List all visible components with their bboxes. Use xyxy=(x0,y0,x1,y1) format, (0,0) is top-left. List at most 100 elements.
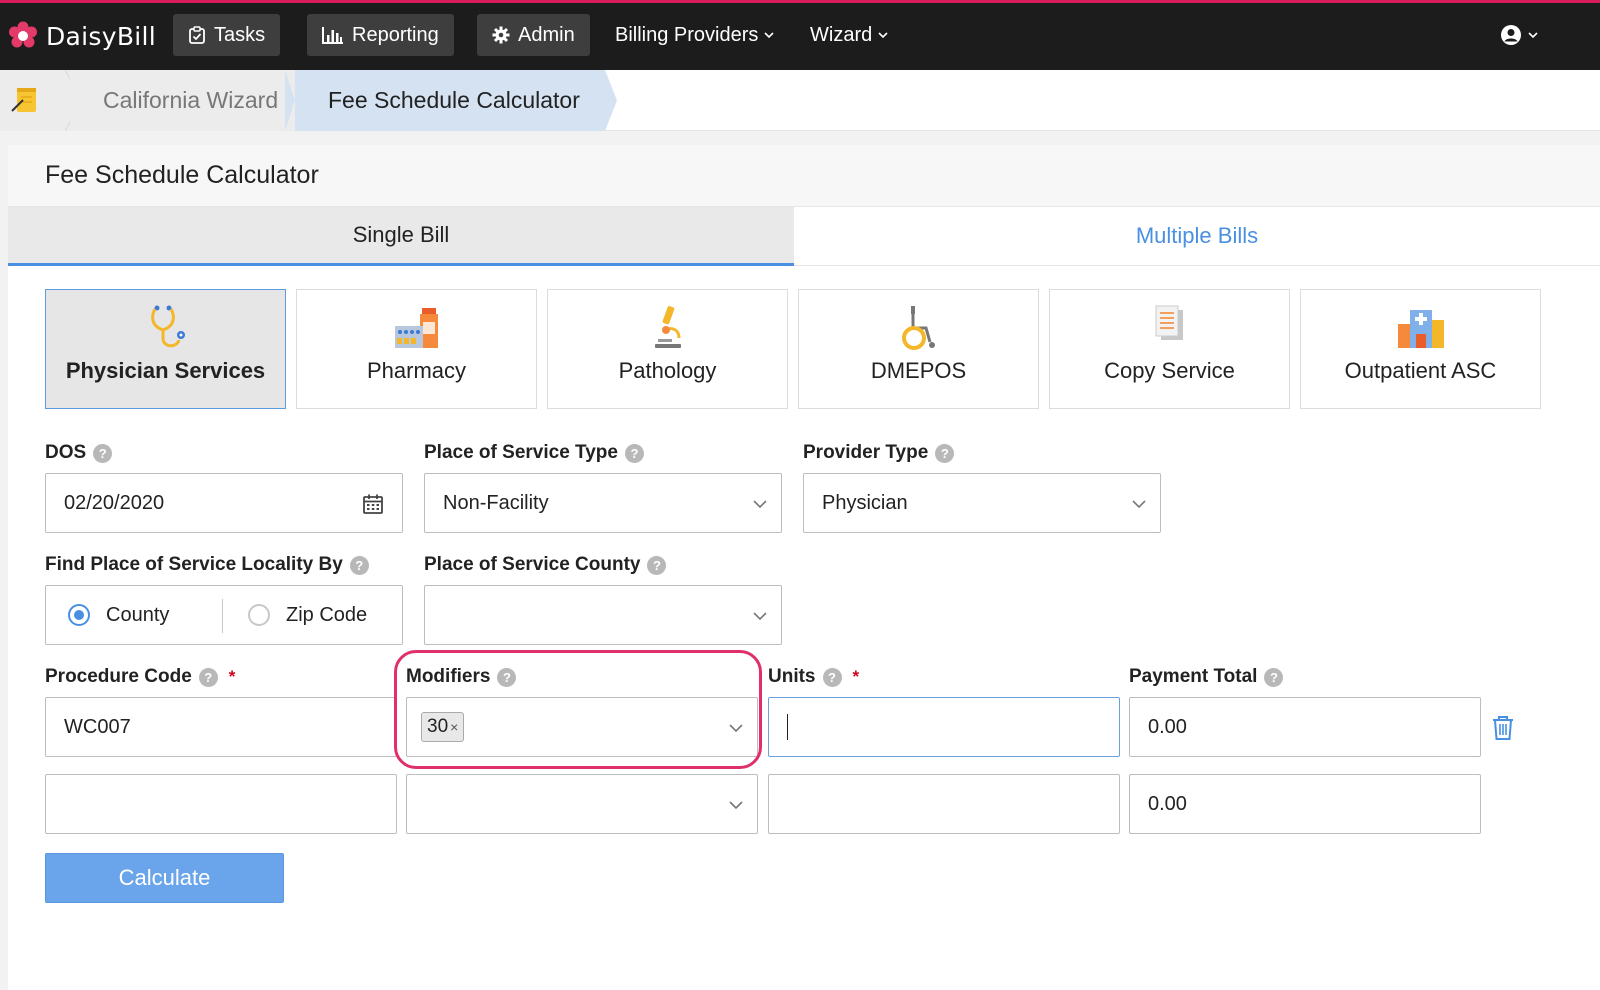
procedure-code-input[interactable]: WC007 xyxy=(45,697,397,757)
breadcrumb-current-page: Fee Schedule Calculator xyxy=(295,70,605,131)
nav-billing-providers-dropdown[interactable]: Billing Providers xyxy=(615,14,774,56)
pos-county-select[interactable] xyxy=(424,585,782,645)
nav-billing-providers-label: Billing Providers xyxy=(615,23,759,46)
modifiers-highlight-annotation xyxy=(394,650,762,769)
top-navbar: DaisyBill Tasks Reporting Admin Billing … xyxy=(0,0,1600,70)
help-icon[interactable]: ? xyxy=(93,443,113,463)
radio-county[interactable]: County xyxy=(68,586,169,644)
locality-radio-group: County Zip Code xyxy=(45,585,403,645)
radio-zip-code-label: Zip Code xyxy=(286,603,368,626)
pos-type-label: Place of Service Type ? xyxy=(424,442,644,464)
payment-total-label-text: Payment Total xyxy=(1129,666,1258,687)
calculate-button[interactable]: Calculate xyxy=(45,853,284,903)
user-avatar-icon xyxy=(1501,25,1521,45)
bar-chart-icon xyxy=(322,27,343,44)
nav-tasks-button[interactable]: Tasks xyxy=(173,14,281,56)
chevron-down-icon xyxy=(729,801,743,810)
pos-type-value: Non-Facility xyxy=(443,491,549,514)
provider-type-label: Provider Type ? xyxy=(803,442,955,464)
locality-by-label-text: Find Place of Service Locality By xyxy=(45,554,343,575)
pos-type-label-text: Place of Service Type xyxy=(424,442,618,463)
stethoscope-icon xyxy=(150,305,185,348)
service-label: Pathology xyxy=(618,358,717,383)
pos-type-select[interactable]: Non-Facility xyxy=(424,473,782,533)
modifiers-select[interactable] xyxy=(406,774,758,834)
procedure-code-label-text: Procedure Code xyxy=(45,666,192,687)
help-icon[interactable]: ? xyxy=(822,667,842,687)
service-label: DMEPOS xyxy=(870,358,967,383)
nav-admin-button[interactable]: Admin xyxy=(477,14,590,56)
user-menu-dropdown[interactable] xyxy=(1500,14,1538,56)
pill-bottle-icon xyxy=(394,308,438,348)
service-physician-services[interactable]: Physician Services xyxy=(45,289,286,409)
pos-county-label-text: Place of Service County xyxy=(424,554,641,575)
service-label: Physician Services xyxy=(65,358,266,383)
page-title: Fee Schedule Calculator xyxy=(45,161,319,189)
payment-total-field[interactable]: 0.00 xyxy=(1129,697,1481,757)
dos-date-input[interactable]: 02/20/2020 xyxy=(45,473,403,533)
gear-icon xyxy=(492,26,510,44)
required-asterisk: * xyxy=(228,667,236,686)
breadcrumb: California Wizard Fee Schedule Calculato… xyxy=(0,70,1600,131)
nav-reporting-label: Reporting xyxy=(352,23,439,46)
service-outpatient-asc[interactable]: Outpatient ASC xyxy=(1300,289,1541,409)
units-label-text: Units xyxy=(768,666,816,687)
service-label: Outpatient ASC xyxy=(1344,358,1497,383)
radio-unselected-icon xyxy=(248,604,270,626)
provider-type-select[interactable]: Physician xyxy=(803,473,1161,533)
notepad-icon xyxy=(11,88,36,112)
trash-icon[interactable] xyxy=(1491,715,1515,741)
hospital-icon xyxy=(1397,310,1444,348)
service-dmepos[interactable]: DMEPOS xyxy=(798,289,1039,409)
pos-county-label: Place of Service County ? xyxy=(424,554,667,576)
nav-wizard-dropdown[interactable]: Wizard xyxy=(810,14,888,56)
required-asterisk: * xyxy=(852,667,860,686)
provider-type-label-text: Provider Type xyxy=(803,442,929,463)
units-input[interactable] xyxy=(768,774,1120,834)
chevron-down-icon xyxy=(753,612,767,621)
nav-admin-label: Admin xyxy=(518,23,575,46)
payment-total-value: 0.00 xyxy=(1148,715,1187,738)
procedure-code-value: WC007 xyxy=(64,715,131,738)
help-icon[interactable]: ? xyxy=(647,555,667,575)
breadcrumb-home[interactable] xyxy=(0,70,70,131)
help-icon[interactable]: ? xyxy=(349,555,369,575)
card-header: Fee Schedule Calculator xyxy=(8,145,1600,207)
service-pharmacy[interactable]: Pharmacy xyxy=(296,289,537,409)
locality-by-label: Find Place of Service Locality By ? xyxy=(45,554,369,576)
units-label: Units ? * xyxy=(768,666,859,688)
help-icon[interactable]: ? xyxy=(935,443,955,463)
service-copy-service[interactable]: Copy Service xyxy=(1049,289,1290,409)
chevron-down-icon xyxy=(878,32,888,39)
service-label: Copy Service xyxy=(1104,358,1235,383)
wheelchair-icon xyxy=(901,306,935,350)
chevron-down-icon xyxy=(764,32,774,39)
procedure-code-input[interactable] xyxy=(45,774,397,834)
tab-single-bill[interactable]: Single Bill xyxy=(8,207,794,266)
chevron-down-icon xyxy=(753,500,767,509)
help-icon[interactable]: ? xyxy=(1264,667,1284,687)
units-input[interactable] xyxy=(768,697,1120,757)
tab-multiple-bills[interactable]: Multiple Bills xyxy=(794,207,1600,266)
radio-selected-icon xyxy=(68,604,90,626)
payment-total-label: Payment Total ? xyxy=(1129,666,1284,688)
calendar-icon[interactable] xyxy=(362,493,384,515)
nav-reporting-button[interactable]: Reporting xyxy=(307,14,454,56)
chevron-down-icon xyxy=(1528,32,1538,39)
nav-wizard-label: Wizard xyxy=(810,23,873,46)
payment-total-field[interactable]: 0.00 xyxy=(1129,774,1481,834)
help-icon[interactable]: ? xyxy=(198,667,218,687)
breadcrumb-california-wizard[interactable]: California Wizard xyxy=(70,70,295,131)
brand-name: DaisyBill xyxy=(46,21,157,51)
provider-type-value: Physician xyxy=(822,491,908,514)
service-pathology[interactable]: Pathology xyxy=(547,289,788,409)
help-icon[interactable]: ? xyxy=(624,443,644,463)
clipboard-check-icon xyxy=(189,26,205,44)
dos-label-text: DOS xyxy=(45,442,87,463)
radio-county-label: County xyxy=(106,603,170,626)
daisy-logo-icon xyxy=(9,21,37,48)
radio-zip-code[interactable]: Zip Code xyxy=(248,586,367,644)
document-copy-icon xyxy=(1155,305,1183,340)
brand-logo[interactable]: DaisyBill xyxy=(8,21,156,51)
dos-value: 02/20/2020 xyxy=(64,491,165,514)
